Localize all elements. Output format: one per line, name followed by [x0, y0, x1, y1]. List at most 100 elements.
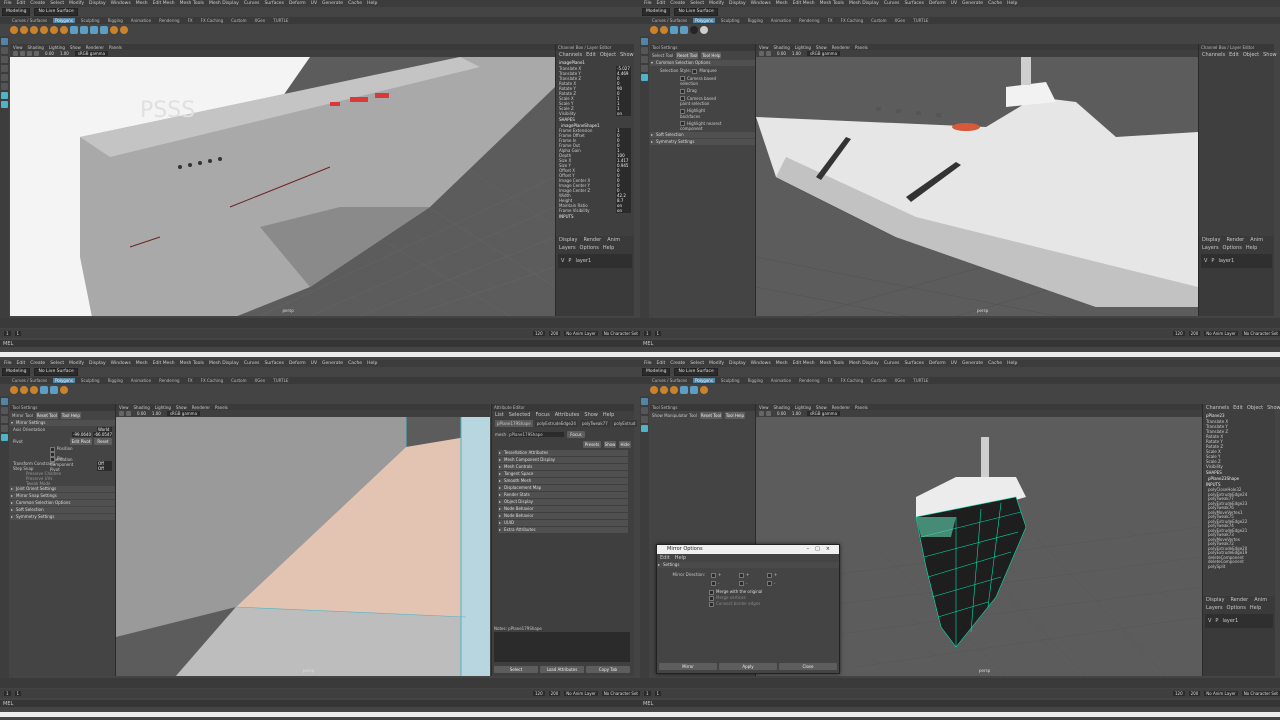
layer-menu-options[interactable]: Options	[1227, 605, 1246, 611]
layer-visible[interactable]: V	[1204, 258, 1207, 264]
direction-radio-neg-y[interactable]: -	[739, 581, 767, 586]
layer-tab-display[interactable]: Display	[1202, 237, 1220, 243]
shelf-tab-turtle[interactable]: TURTLE	[911, 18, 930, 23]
shelf-tab-xgen[interactable]: XGen	[892, 18, 907, 23]
shelf-tab-fx[interactable]: FX	[186, 378, 195, 383]
option-camera-based-paint-selection[interactable]: Camera based paint selection	[650, 95, 755, 108]
move-tool-icon[interactable]	[1, 416, 8, 423]
range-end2[interactable]: 200	[548, 691, 561, 696]
tool-help-button[interactable]: Tool Help	[701, 52, 722, 59]
select-tool-icon[interactable]	[641, 38, 648, 45]
menu-mesh[interactable]: Mesh	[776, 1, 788, 6]
anim-layer[interactable]: No Anim Layer	[1204, 331, 1238, 336]
direction-radio-pos-y[interactable]: +	[739, 572, 767, 578]
range-current[interactable]: 1	[654, 331, 662, 336]
viewport-menu-panels[interactable]: Panels	[109, 45, 122, 50]
shelf-tab-fx-caching[interactable]: FX Caching	[199, 18, 225, 23]
menu-mesh-display[interactable]: Mesh Display	[209, 361, 239, 366]
menu-display[interactable]: Display	[729, 361, 746, 366]
menu-edit[interactable]: Edit	[17, 361, 26, 366]
shelf-tab-xgen[interactable]: XGen	[892, 378, 907, 383]
workspace-dropdown[interactable]: Modeling	[2, 367, 31, 376]
time-slider[interactable]	[640, 318, 1280, 328]
viewport-menu-lighting[interactable]: Lighting	[49, 45, 65, 50]
ae-section-node-behavior[interactable]: Node Behavior	[498, 513, 628, 519]
ae-section-smooth-mesh[interactable]: Smooth Mesh	[498, 478, 628, 484]
cube-icon[interactable]	[20, 26, 28, 34]
workspace-dropdown[interactable]: Modeling	[2, 7, 31, 16]
render-icon[interactable]	[650, 26, 658, 34]
viewport-persp[interactable]: View Shading Lighting Show Renderer Panels 0.…	[10, 44, 555, 316]
shader-white-icon[interactable]	[700, 26, 708, 34]
radio-icon[interactable]	[767, 581, 772, 586]
channel-menu-object[interactable]: Object	[1247, 405, 1263, 411]
ae-section-object-display[interactable]: Object Display	[498, 499, 628, 505]
menu-edit-mesh[interactable]: Edit Mesh	[153, 361, 175, 366]
shelf-tab-turtle[interactable]: TURTLE	[271, 378, 290, 383]
menu-uv[interactable]: UV	[951, 361, 957, 366]
menu-mesh-display[interactable]: Mesh Display	[849, 1, 879, 6]
menu-cache[interactable]: Cache	[348, 361, 362, 366]
select-tool-icon[interactable]	[1, 38, 8, 45]
viewport-menu-view[interactable]: View	[119, 405, 129, 410]
character-set[interactable]: No Character Set	[601, 331, 640, 336]
menu-mesh-tools[interactable]: Mesh Tools	[180, 1, 204, 6]
cube-icon[interactable]	[660, 386, 668, 394]
viewport-menu-show[interactable]: Show	[70, 45, 81, 50]
rotate-tool-icon[interactable]	[1, 425, 8, 432]
menu-generate[interactable]: Generate	[962, 361, 983, 366]
shelf-tab-sculpting[interactable]: Sculpting	[79, 378, 102, 383]
ae-section-tangent-space[interactable]: Tangent Space	[498, 471, 628, 477]
viewport-menu-shading[interactable]: Shading	[134, 405, 150, 410]
bridge-icon[interactable]	[100, 26, 108, 34]
marquee-radio[interactable]	[692, 68, 698, 74]
layer-tab-render[interactable]: Render	[583, 237, 601, 243]
shelf-tab-sculpting[interactable]: Sculpting	[79, 18, 102, 23]
option-drag[interactable]: Drag	[650, 87, 755, 95]
shelf-tab-fx[interactable]: FX	[186, 18, 195, 23]
shelf-tab-rendering[interactable]: Rendering	[797, 378, 821, 383]
rotate-tool-icon[interactable]	[641, 65, 648, 72]
shelf-tab-sculpting[interactable]: Sculpting	[719, 378, 742, 383]
anim-layer[interactable]: No Anim Layer	[564, 691, 598, 696]
ae-tab-pplane179shape[interactable]: pPlane179Shape	[495, 420, 533, 427]
shelf-tab-fx-caching[interactable]: FX Caching	[839, 18, 865, 23]
shelf-tab-animation[interactable]: Animation	[129, 378, 153, 383]
direction-radio-neg-z[interactable]: -	[767, 581, 795, 586]
lasso-tool-icon[interactable]	[1, 47, 8, 54]
range-current[interactable]: 1	[14, 691, 22, 696]
color-space[interactable]: sRGB gamma	[166, 411, 201, 416]
sphere-icon[interactable]	[10, 386, 18, 394]
close-button[interactable]: Close	[779, 663, 837, 670]
anim-layer[interactable]: No Anim Layer	[1204, 691, 1238, 696]
ae-section-render-stats[interactable]: Render Stats	[498, 492, 628, 498]
layer-playback[interactable]: P	[1211, 258, 1214, 264]
extrude-icon[interactable]	[90, 26, 98, 34]
menu-uv[interactable]: UV	[951, 1, 957, 6]
range-start[interactable]: 1	[4, 691, 11, 696]
ae-menu-attributes[interactable]: Attributes	[555, 412, 580, 418]
menu-deform[interactable]: Deform	[929, 361, 946, 366]
bevel-icon[interactable]	[60, 386, 68, 394]
presets-button[interactable]: Presets	[583, 441, 601, 448]
range-current[interactable]: 1	[14, 331, 22, 336]
menu-modify[interactable]: Modify	[709, 361, 724, 366]
shelf-tab-custom[interactable]: Custom	[869, 378, 888, 383]
shelf-tab-sculpting[interactable]: Sculpting	[719, 18, 742, 23]
command-line[interactable]: MEL	[640, 700, 1280, 707]
shelf-tab-polygons[interactable]: Polygons	[53, 378, 75, 383]
range-end[interactable]: 120	[532, 691, 545, 696]
ae-section-tessellation-attributes[interactable]: Tessellation Attributes	[498, 450, 628, 456]
dialog-menu-edit[interactable]: Edit	[660, 555, 670, 561]
color-space[interactable]: sRGB gamma	[806, 411, 841, 416]
menu-modify[interactable]: Modify	[69, 361, 84, 366]
common-selection-section[interactable]: Common Selection Options	[650, 60, 755, 66]
ipr-icon[interactable]	[660, 26, 668, 34]
near-value[interactable]: 0.00	[45, 51, 54, 56]
layer-visible[interactable]: V	[561, 258, 564, 264]
layer-tab-render[interactable]: Render	[1226, 237, 1244, 243]
range-start[interactable]: 1	[644, 691, 651, 696]
bevel-icon[interactable]	[110, 26, 118, 34]
near-value[interactable]: 0.00	[137, 411, 146, 416]
channel-menu-channels[interactable]: Channels	[559, 52, 582, 58]
